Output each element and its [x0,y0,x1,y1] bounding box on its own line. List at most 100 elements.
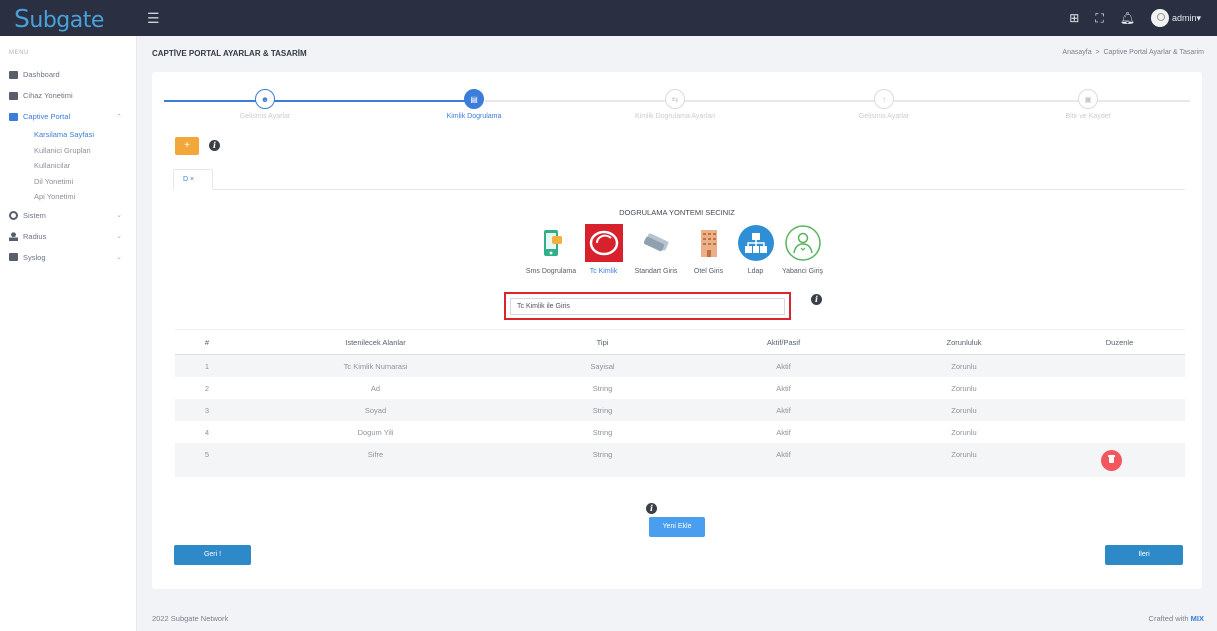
info-icon[interactable]: i [209,140,220,151]
gear-icon: ↑ [874,89,894,109]
sidebar-item-cihaz-yonetimi[interactable]: Cihaz Yonetimi [0,85,136,106]
foreign-user-icon [784,224,822,262]
sidebar-subitem-dil-yonetimi[interactable]: Dil Yonetimi [0,174,136,190]
app-logo[interactable]: Subgate [0,4,137,33]
column-header: Zorunluluk [946,337,982,347]
table-cell: Aktif [776,361,791,371]
add-tab-button[interactable]: + [175,137,199,155]
dashboard-icon [9,70,18,79]
menu-toggle-icon[interactable]: ☰ [147,10,160,27]
table-cell: Sifre [367,450,384,459]
sidebar-item-label: Cihaz Yonetimi [23,91,73,100]
gear-icon [9,210,18,220]
step-gelismis-ayarlar-1[interactable]: ☻ Gelismis Ayarlar [195,89,335,120]
table-cell: String [592,405,613,415]
column-header: Duzenle [1105,337,1134,347]
method-tc-kimlik[interactable]: Tc Kimlik [580,224,627,275]
sidebar-item-captive-portal[interactable]: Captive Portal ⌃ [0,106,136,127]
table-cell: Ad [370,383,381,393]
method-standart-giris[interactable]: Standart Giris [627,224,685,275]
table-cell [1054,443,1185,471]
column-header: # [204,337,210,347]
method-label: Yabanci Giriş [781,268,824,275]
step-kimlik-dogrulama[interactable]: ▤ Kimlik Dogrulama [404,89,544,120]
fullscreen-icon[interactable]: ⛶ [1095,11,1103,26]
table-cell: 5 [204,450,210,459]
table-cell [1054,399,1185,421]
sidebar-item-syslog[interactable]: Syslog ⌄ [0,247,136,268]
selected-method-field[interactable]: Tc Kimlik ile Giris [510,298,785,315]
method-yabanci-giris[interactable]: Yabanci Giriş [779,224,826,275]
sidebar-item-radius[interactable]: Radius ⌄ [0,226,136,247]
user-menu[interactable]: admin ▾ [1150,9,1201,27]
user-name: admin [1171,13,1197,23]
table-cell [1054,377,1185,399]
table-header: # Istenilecek Alanlar Tipi Aktif/Pasif Z… [175,329,1185,355]
table-cell: Soyad [364,405,387,415]
auth-method-list: Sms Dogrulama Tc Kimlik Standart Giris O… [522,224,826,275]
back-button[interactable]: Geri ! [174,545,251,565]
step-label: Kimlik Dogrulama [446,113,502,120]
chevron-down-icon: ⌄ [116,233,122,240]
table-cell: Zorunlu [951,361,977,371]
new-field-button[interactable]: Yeni Ekle [649,517,705,537]
step-label: Kimlik Dogrulama Ayarlari [634,113,715,120]
sidebar-item-label: Radius [23,231,47,241]
selected-method-highlight: Tc Kimlik ile Giris [504,292,791,320]
tab-d[interactable]: D × [173,169,213,190]
method-label: Tc Kimlik [589,268,618,275]
sidebar-item-label: Sistem [23,210,46,220]
sidebar: MENU Dashboard Cihaz Yonetimi Captive Po… [0,36,137,631]
sidebar-subitem-karsilama-sayfasi[interactable]: Karsilama Sayfasi [0,127,136,143]
table-cell: Zorunlu [951,427,977,437]
sidebar-subitem-kullanici-gruplari[interactable]: Kullanici Gruplari [0,143,136,159]
sidebar-item-label: Syslog [23,252,46,262]
notification-bell-icon[interactable]: 🔔︎ [1120,11,1135,25]
sidebar-item-label: Dashboard [23,70,60,79]
chevron-down-icon: ⌄ [116,212,122,219]
table-row: 2 Ad String Aktif Zorunlu [175,377,1185,399]
step-label: Bitir ve Kaydet [1065,113,1111,120]
avatar [1150,9,1169,27]
monitor-icon [9,112,18,121]
table-cell [1054,355,1185,377]
mix-logo[interactable]: MIX [1191,614,1204,623]
next-button[interactable]: Ileri [1105,545,1183,565]
fields-table: # Istenilecek Alanlar Tipi Aktif/Pasif Z… [175,329,1185,477]
footer-copyright: 2022 Subgate Network [152,614,229,623]
step-label: Gelismis Ayarlar [858,113,910,120]
info-icon[interactable]: i [646,503,657,514]
sidebar-item-dashboard[interactable]: Dashboard [0,64,136,85]
sidebar-subitem-kullanicilar[interactable]: Kullanicilar [0,158,136,174]
settings-icon: ⇆ [665,89,685,109]
footer-credit: Crafted with MIX [1149,614,1204,623]
step-kimlik-dogrulama-ayarlari[interactable]: ⇆ Kimlik Dogrulama Ayarlari [605,89,745,120]
info-icon[interactable]: i [811,294,822,305]
menu-title: MENU [9,50,30,56]
table-cell: Zorunlu [951,450,977,459]
chevron-up-icon: ⌃ [116,113,122,121]
step-label: Gelismis Ayarlar [239,113,291,120]
method-sms[interactable]: Sms Dogrulama [522,224,580,275]
method-ldap[interactable]: Ldap [732,224,779,275]
sidebar-subitem-api-yonetimi[interactable]: Api Yonetimi [0,189,136,205]
step-bitir-ve-kaydet[interactable]: ▣ Bitir ve Kaydet [1018,89,1158,120]
step-gelismis-ayarlar-2[interactable]: ↑ Gelismis Ayarlar [814,89,954,120]
table-cell: Dogum Yili [357,427,394,437]
user-icon [9,231,18,241]
delete-row-button[interactable] [1101,450,1122,471]
table-row: 1 Tc Kimlik Numarasi Sayisal Aktif Zorun… [175,355,1185,377]
table-cell: Zorunlu [951,405,977,415]
table-cell [1054,421,1185,443]
sidebar-item-sistem[interactable]: Sistem ⌄ [0,205,136,226]
apps-grid-icon[interactable]: ⊞ [1069,11,1079,25]
table-cell: 2 [204,383,210,393]
column-header: Istenilecek Alanlar [345,337,406,347]
method-otel-giris[interactable]: Otel Giris [685,224,732,275]
hotel-icon [690,224,728,262]
table-cell: Zorunlu [951,383,977,393]
method-label: Ldap [747,268,764,275]
breadcrumb-home[interactable]: Anasayfa [1062,49,1091,56]
breadcrumb-current: Captive Portal Ayarlar & Tasarim [1103,49,1204,56]
table-cell: Tc Kimlik Numarasi [343,361,408,371]
